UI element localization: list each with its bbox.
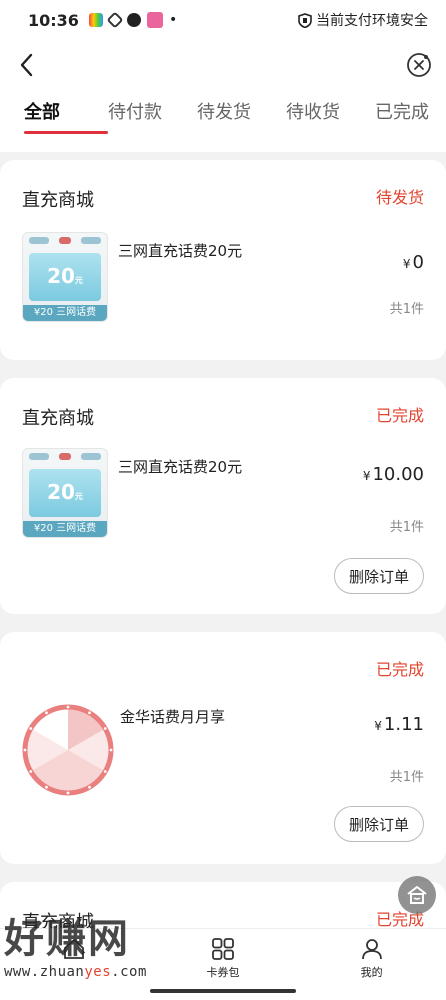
security-text: 当前支付环境安全: [316, 13, 428, 29]
carrier-logos: [29, 453, 101, 463]
watermark-url: www.zhuanyes.com: [4, 964, 194, 980]
voucher-unit: 元: [74, 492, 83, 501]
app-notification-icon: [88, 13, 103, 27]
customer-service-button[interactable]: [398, 876, 436, 914]
carrier-logos: [29, 237, 101, 247]
voucher-face: 20元: [29, 469, 101, 517]
notification-icons: •: [88, 11, 178, 29]
close-mini-program-icon[interactable]: [406, 52, 432, 78]
wheel-product-icon[interactable]: [22, 704, 114, 796]
item-count: 共1件: [389, 302, 424, 317]
wechat-icon: [126, 13, 141, 27]
item-count: 共1件: [389, 520, 424, 535]
price-value: 0: [412, 252, 424, 273]
product-name[interactable]: 三网直充话费20元: [118, 456, 242, 477]
order-card[interactable]: 直充商城 待发货 20元 ¥20 三网话费 三网直充话费20元 ¥0 共1件: [0, 160, 446, 360]
order-card[interactable]: 已完成 金华话费月月享 ¥1.11 共1件 删除订单: [0, 632, 446, 864]
currency-symbol: ¥: [402, 257, 411, 271]
tab-pending-shipment[interactable]: 待发货: [197, 92, 286, 124]
grid-icon: [212, 938, 234, 960]
order-status: 已完成: [375, 406, 424, 425]
status-dot: •: [168, 12, 178, 28]
product-name[interactable]: 金华话费月月享: [120, 706, 225, 727]
app-pink-icon: [146, 12, 163, 28]
product-thumbnail[interactable]: 20元 ¥20 三网话费: [22, 232, 108, 322]
tab-all[interactable]: 全部: [24, 92, 108, 134]
back-arrow-icon[interactable]: [14, 50, 42, 80]
shop-name[interactable]: 直充商城: [22, 186, 94, 212]
voucher-value: 20: [47, 480, 75, 504]
voucher-strip: ¥20 三网话费: [23, 521, 107, 537]
home-indicator[interactable]: [150, 989, 296, 993]
price-value: 10.00: [372, 464, 424, 485]
delete-order-button[interactable]: 删除订单: [334, 806, 424, 842]
product-price: ¥0: [403, 252, 424, 273]
voucher-face: 20元: [29, 253, 101, 301]
order-card[interactable]: 直充商城 已完成 20元 ¥20 三网话费 三网直充话费20元 ¥10.00 共…: [0, 378, 446, 614]
product-name[interactable]: 三网直充话费20元: [118, 240, 242, 261]
order-tabs: 全部 待付款 待发货 待收货 已完成: [0, 92, 446, 152]
product-price: ¥10.00: [363, 464, 424, 485]
tab-pending-receipt[interactable]: 待收货: [286, 92, 375, 124]
delete-order-button[interactable]: 删除订单: [334, 558, 424, 594]
voucher-value: 20: [47, 264, 75, 288]
product-price: ¥1.11: [374, 714, 424, 735]
tabbar-mine-label: 我的: [360, 966, 383, 979]
watermark-url-a: www.zhuan: [4, 964, 85, 980]
tabbar-card-wallet-label: 卡券包: [206, 966, 240, 979]
watermark: 好赚网 www.zhuanyes.com: [4, 916, 194, 986]
top-bar: [0, 40, 446, 92]
item-count: 共1件: [389, 770, 424, 785]
status-time: 10:36: [28, 10, 79, 30]
tab-pending-payment[interactable]: 待付款: [108, 92, 197, 124]
tab-completed[interactable]: 已完成: [375, 92, 429, 124]
code-icon: [106, 11, 124, 29]
currency-symbol: ¥: [374, 719, 382, 733]
person-icon: [361, 939, 382, 960]
order-status: 已完成: [375, 660, 424, 679]
product-thumbnail[interactable]: 20元 ¥20 三网话费: [22, 448, 108, 538]
watermark-title: 好赚网: [4, 916, 130, 962]
watermark-url-b: yes: [84, 964, 112, 980]
order-status: 待发货: [375, 188, 424, 207]
currency-symbol: ¥: [362, 469, 371, 483]
status-bar: 10:36 • 当前支付环境安全: [0, 0, 446, 40]
voucher-strip: ¥20 三网话费: [23, 305, 107, 321]
shield-icon: [298, 12, 312, 28]
watermark-url-c: .com: [111, 964, 147, 980]
price-value: 1.11: [383, 714, 424, 735]
tabbar-mine[interactable]: 我的: [297, 929, 446, 1000]
security-indicator: 当前支付环境安全: [298, 10, 428, 30]
home-house-icon: [407, 886, 427, 904]
shop-name[interactable]: 直充商城: [22, 404, 94, 430]
voucher-unit: 元: [74, 276, 83, 285]
